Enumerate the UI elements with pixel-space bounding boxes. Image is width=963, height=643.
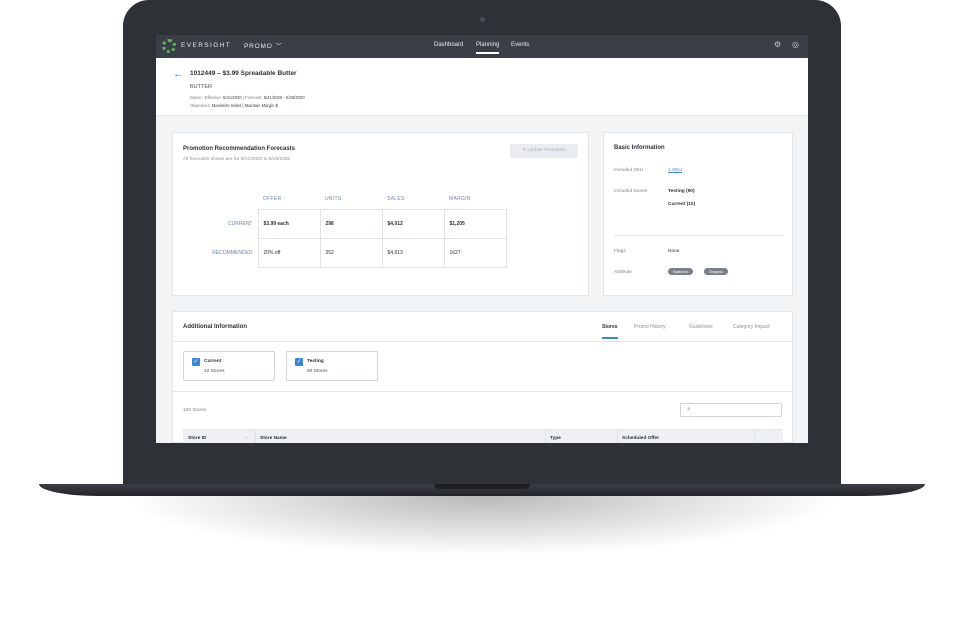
back-arrow-icon[interactable]: ← xyxy=(173,68,184,80)
column-header[interactable]: Store ID xyxy=(188,436,206,441)
promotion-objectives: Objectives: Maximize Sales | Maintain Ma… xyxy=(190,103,278,108)
page: EVERSIGHT PROMO ﹀ Dashboard Planning Even… xyxy=(0,0,963,643)
laptop-lid: EVERSIGHT PROMO ﹀ Dashboard Planning Even… xyxy=(123,0,841,484)
forecast-title: Promotion Recommendation Forecasts xyxy=(183,146,296,152)
filter-testing[interactable]: ✓ Testing 90 Stores xyxy=(286,351,378,381)
camera-dot xyxy=(480,17,485,22)
eversight-logo-icon xyxy=(162,39,176,53)
cell-units: 298 xyxy=(319,208,383,239)
filter-subtitle: 10 Stores xyxy=(204,369,225,374)
laptop-notch xyxy=(434,484,530,489)
additional-info-title: Additional Information xyxy=(183,324,247,330)
divider xyxy=(173,391,792,392)
column-separator xyxy=(617,430,618,443)
cell-margin: 1627 xyxy=(443,237,507,268)
promotion-header: ← 1012449 – $3.99 Spreadable Butter BUTT… xyxy=(156,58,808,116)
basic-info-title: Basic Information xyxy=(614,145,665,151)
nav-link-dashboard[interactable]: Dashboard xyxy=(434,42,463,48)
user-icon[interactable]: ◎ xyxy=(792,40,799,49)
column-header: UNITS xyxy=(325,195,342,202)
included-sku-label: Included SKU xyxy=(614,168,644,173)
checkbox-checked-icon[interactable]: ✓ xyxy=(295,358,303,366)
column-separator xyxy=(255,430,256,443)
update-promotion-label: Update Promotion xyxy=(527,148,567,153)
forecast-subtitle: All forecasts shown are for 5/21/2020 to… xyxy=(183,157,291,162)
promotion-dates: Dates - Effective: 5/21/2020 | Forecast:… xyxy=(190,95,305,100)
gear-icon[interactable]: ⚙ xyxy=(774,40,781,49)
forecast-card: Promotion Recommendation Forecasts All f… xyxy=(172,132,589,296)
store-count: 100 Stores xyxy=(183,408,207,413)
column-header[interactable]: Scheduled Offer xyxy=(622,436,659,441)
flags-label: Flags xyxy=(614,249,626,254)
cell-margin: $1,205 xyxy=(443,208,507,239)
nav-link-planning[interactable]: Planning xyxy=(476,42,500,54)
flags-value: None xyxy=(668,249,680,254)
included-stores-label: Included Stores xyxy=(614,189,648,194)
cell-offer: 20% off xyxy=(257,237,321,268)
app-screen: EVERSIGHT PROMO ﹀ Dashboard Planning Even… xyxy=(156,35,808,443)
filter-title: Testing xyxy=(307,359,324,364)
basic-info-card: Basic Information Included SKU 1 SKU Inc… xyxy=(603,132,793,296)
stores-current: Current (10) xyxy=(668,202,696,207)
cell-offer: $3.99 each xyxy=(257,208,321,239)
column-header[interactable]: Store Name xyxy=(260,436,287,441)
tab-category-impact[interactable]: Category Impact xyxy=(733,324,770,330)
update-promotion-button[interactable]: ✎ Update Promotion xyxy=(510,144,578,158)
pencil-icon: ✎ xyxy=(521,148,526,153)
column-separator xyxy=(545,430,546,443)
stores-testing: Testing (90) xyxy=(668,189,695,194)
forecast-row-recommended: RECOMMENDED 20% off 352 $4,613 1627 xyxy=(196,237,507,268)
filter-subtitle: 90 Stores xyxy=(307,369,328,374)
stores-table-header: Store ID – Store Name Type Scheduled Off… xyxy=(183,429,783,443)
promo-menu[interactable]: PROMO ﹀ xyxy=(244,41,282,50)
promotion-title: 1012449 – $3.99 Spreadable Butter xyxy=(190,70,297,77)
column-header: OFFER xyxy=(263,195,282,202)
additional-info-card: Additional Information Stores Promo Hist… xyxy=(172,311,793,443)
brand-name[interactable]: EVERSIGHT xyxy=(181,42,231,49)
filter-title: Current xyxy=(204,359,222,364)
tab-guidelines[interactable]: Guidelines xyxy=(689,324,713,330)
column-header: MARGIN xyxy=(449,195,471,202)
column-header[interactable]: Type xyxy=(550,436,561,441)
nav-link-events[interactable]: Events xyxy=(511,42,529,48)
attribute-tag: Organic xyxy=(704,268,729,275)
forecast-table: OFFER UNITS SALES MARGIN CURRENT $3.99 e… xyxy=(196,189,507,268)
cell-sales: $4,613 xyxy=(381,237,445,268)
checkbox-checked-icon[interactable]: ✓ xyxy=(192,358,200,366)
column-header: SALES xyxy=(387,195,405,202)
chevron-down-icon: ﹀ xyxy=(275,44,283,50)
tab-stores[interactable]: Stores xyxy=(602,324,618,339)
attribute-tag: National xyxy=(668,268,693,275)
top-nav: EVERSIGHT PROMO ﹀ Dashboard Planning Even… xyxy=(156,35,808,58)
promotion-category: BUTTER xyxy=(190,84,212,90)
attribute-label: Attribute xyxy=(614,270,632,275)
tab-promo-history[interactable]: Promo History xyxy=(634,324,666,330)
divider xyxy=(614,235,784,236)
divider xyxy=(173,341,792,342)
row-label: RECOMMENDED xyxy=(212,249,253,256)
forecast-header-row: OFFER UNITS SALES MARGIN xyxy=(196,189,506,209)
cell-units: 352 xyxy=(319,237,383,268)
search-icon: ⌕ xyxy=(687,406,691,413)
promo-menu-label: PROMO xyxy=(244,43,273,50)
included-sku-link[interactable]: 1 SKU xyxy=(668,168,682,173)
laptop-shadow xyxy=(120,496,844,556)
forecast-row-current: CURRENT $3.99 each 298 $4,012 $1,205 xyxy=(196,208,507,239)
row-label: CURRENT xyxy=(228,220,253,227)
column-separator xyxy=(754,430,755,443)
store-search-input[interactable]: ⌕ xyxy=(680,403,782,417)
sort-icon[interactable]: – xyxy=(245,436,248,441)
filter-current[interactable]: ✓ Current 10 Stores xyxy=(183,351,275,381)
cell-sales: $4,012 xyxy=(381,208,445,239)
